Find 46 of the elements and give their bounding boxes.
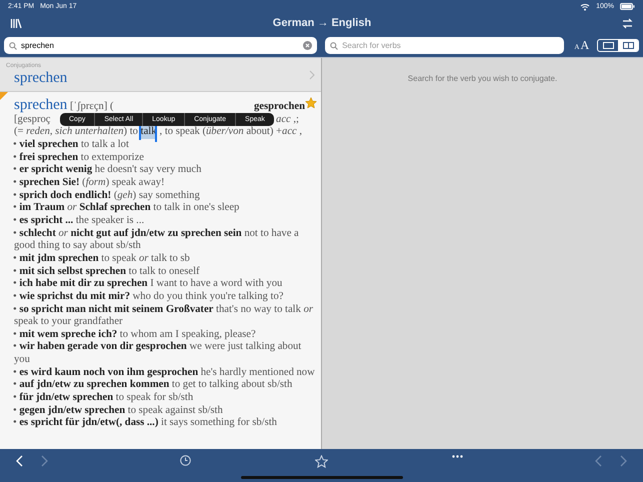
wifi-icon xyxy=(580,2,590,10)
search-icon xyxy=(330,42,338,50)
star-icon[interactable] xyxy=(315,454,328,468)
single-view-icon xyxy=(602,42,614,49)
favorite-star-icon[interactable] xyxy=(305,97,317,109)
clear-icon[interactable] xyxy=(303,41,312,50)
swap-icon[interactable] xyxy=(622,18,633,28)
participle-pronunciation: [gesproç xyxy=(14,114,50,126)
example-line: • für jdn/etw sprechen to speak for sb/sth xyxy=(14,392,194,405)
pronunciation: [ˈʃprɛçn] ( xyxy=(70,101,114,114)
example-line: • mit sich selbst sprechen to talk to oneself xyxy=(14,266,201,278)
example-line: • viel sprechen to talk a lot xyxy=(14,138,130,152)
example-line: • im Traum or Schlaf sprechen to talk in one's sleep xyxy=(14,202,240,215)
example-line: • sprich doch endlich! (geh) say something xyxy=(14,190,201,202)
example-line: • ich habe mit dir zu sprechen I want to have a word with you xyxy=(14,278,284,291)
example-line: • gegen jdn/etw sprechen to speak against sb/sth xyxy=(14,404,224,418)
search-icon xyxy=(9,42,17,50)
battery-icon xyxy=(620,3,635,10)
sense-text: (= reden, sich unterhalten) to xyxy=(14,126,138,139)
grammar-note: acc ,; xyxy=(276,114,299,126)
nav-title: German → English xyxy=(272,17,372,29)
more-icon[interactable] xyxy=(452,454,463,458)
verb-search-bar[interactable]: Search for verbs xyxy=(325,37,564,54)
example-line: • es spricht für jdn/etw(, dass ...) it says something for sb/sth xyxy=(14,417,278,430)
search-bar[interactable]: sprechen xyxy=(4,37,318,54)
empty-message: Search for the verb you wish to conjugate. xyxy=(408,74,558,84)
example-line: • auf jdn/etw zu sprechen kommen to get to talking about sb/sth xyxy=(14,379,294,392)
example-line: • sprechen Sie! (form) speak away! xyxy=(14,176,166,190)
example-line: • mit jdm sprechen to speak or talk to sb xyxy=(14,252,191,266)
example-line: • mit wem spreche ich? to whom am I speaking, please? xyxy=(14,328,257,342)
chevron-right-icon xyxy=(309,70,315,80)
corner-marker-icon xyxy=(0,92,8,100)
example-line: • es wird kaum noch von ihm gesprochen he's hardly mentioned now xyxy=(14,366,316,380)
view-toggle[interactable] xyxy=(597,39,639,52)
conjugation-link[interactable]: sprechen xyxy=(6,70,309,86)
history-clock-icon[interactable] xyxy=(180,454,191,466)
headword: sprechen xyxy=(14,99,68,112)
example-line: • er spricht wenig he doesn't say very much xyxy=(14,164,202,177)
split-view-button[interactable] xyxy=(618,40,638,51)
example-line: • frei sprechen to extemporize xyxy=(14,152,145,164)
split-view-icon xyxy=(622,42,634,49)
library-icon[interactable] xyxy=(10,18,22,28)
example-line: • wie sprichst du mit mir? who do you think you're talking to? xyxy=(14,290,284,304)
sense-text: , to speak (über/von about) +acc , xyxy=(160,126,302,139)
past-participle: gesprochen xyxy=(254,101,305,114)
example-line: • es spricht ... the speaker is ... xyxy=(14,214,146,228)
